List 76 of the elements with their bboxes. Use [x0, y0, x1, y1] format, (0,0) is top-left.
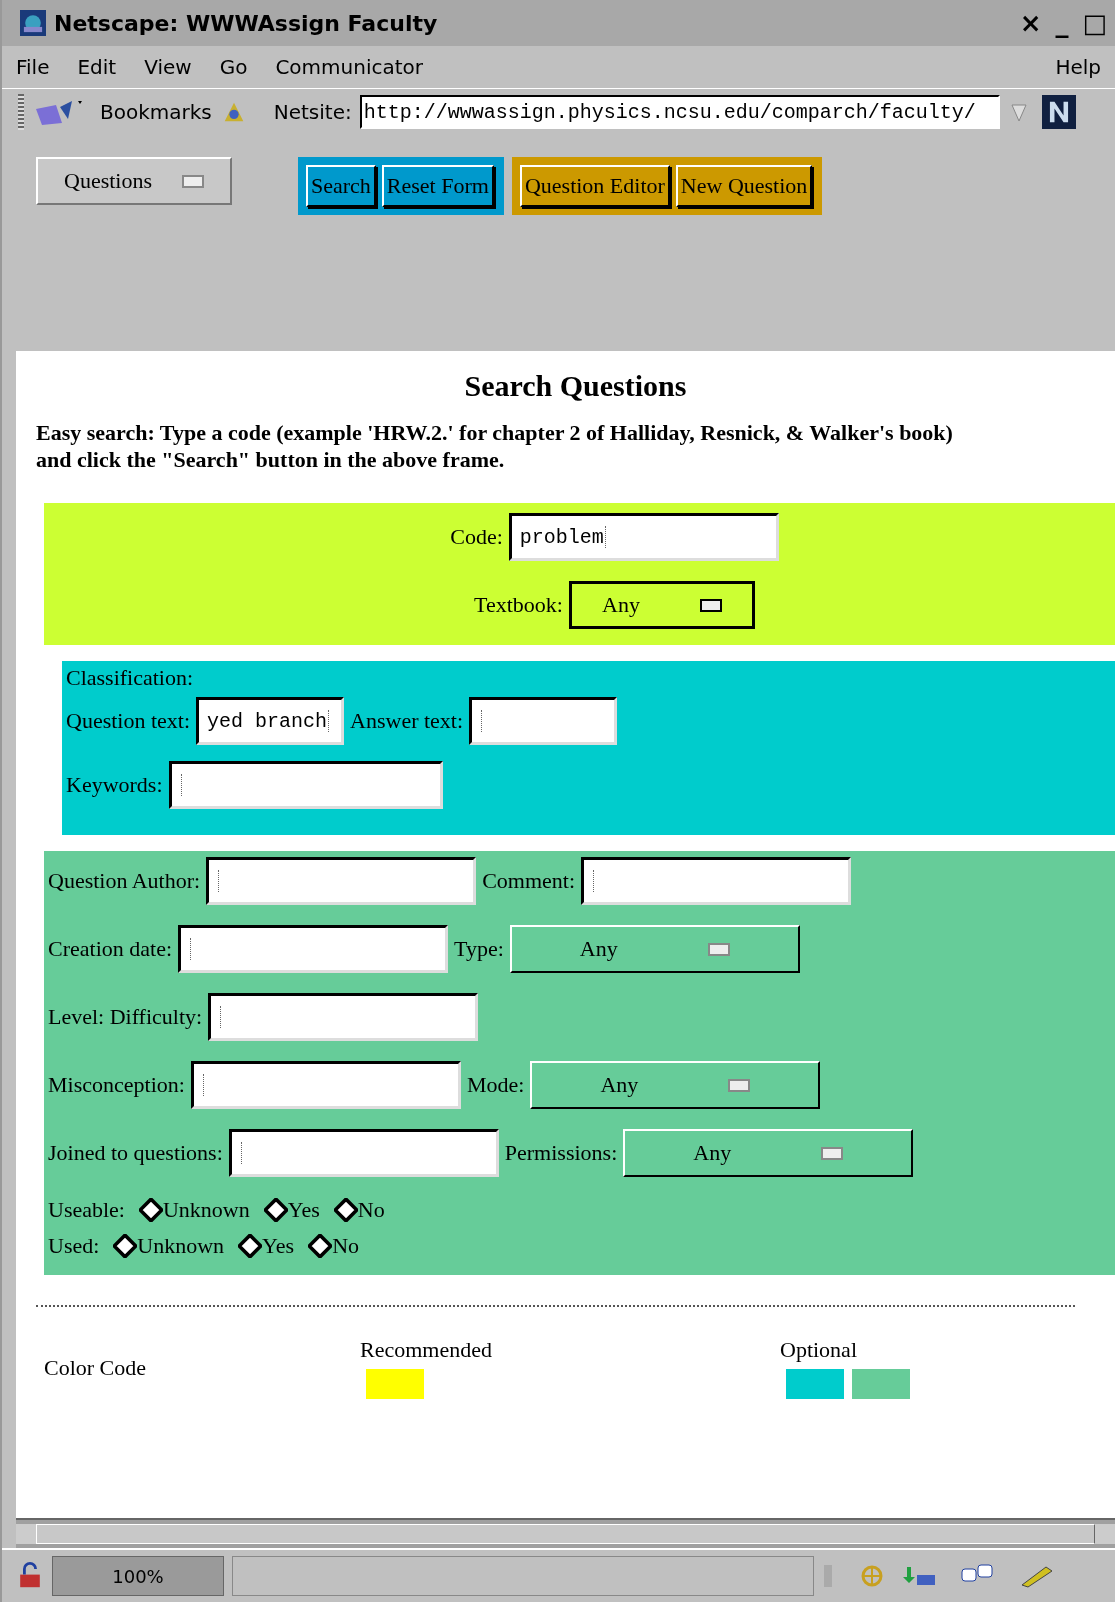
text-cursor-icon: [604, 526, 609, 548]
app-icon: [20, 10, 46, 36]
text-field[interactable]: [469, 697, 618, 745]
text-field[interactable]: [178, 925, 448, 973]
menu-item[interactable]: Edit: [77, 55, 117, 79]
radio-diamond-icon[interactable]: [308, 1234, 333, 1258]
section-title: Classification:: [66, 665, 195, 691]
text-cursor-icon: [240, 1142, 245, 1164]
legend-label: Optional: [780, 1337, 858, 1363]
field-label: Level: Difficulty:: [48, 1004, 203, 1030]
field-label: Question Author:: [48, 868, 201, 894]
menu-item[interactable]: File: [16, 55, 50, 79]
field-label: Permissions:: [504, 1140, 618, 1166]
radio-diamond-icon[interactable]: [263, 1198, 288, 1222]
radio-option[interactable]: Yes: [238, 1233, 295, 1259]
radio-option[interactable]: Unknown: [138, 1197, 250, 1223]
field-label: Mode:: [466, 1072, 525, 1098]
url-field[interactable]: http://wwwassign.physics.ncsu.edu/comparch/faculty/: [359, 95, 1000, 129]
field-label: Type:: [454, 936, 504, 962]
select-dropdown[interactable]: Any: [568, 581, 755, 629]
select-dropdown[interactable]: Any: [623, 1129, 914, 1177]
color-code-title: Color Code: [44, 1355, 148, 1381]
field-label: Used:: [48, 1233, 100, 1259]
text-field[interactable]: [190, 1061, 461, 1109]
nav-button[interactable]: Reset Form: [381, 165, 494, 207]
text-cursor-icon: [202, 1074, 207, 1096]
text-field[interactable]: [168, 761, 443, 809]
location-label: Netsite:: [273, 100, 352, 124]
select-dropdown[interactable]: Any: [530, 1061, 821, 1109]
window-control[interactable]: _: [1055, 8, 1069, 38]
text-field[interactable]: [208, 993, 479, 1041]
text-cursor-icon: [180, 774, 185, 796]
menu-item[interactable]: Go: [219, 55, 248, 79]
progress-status: 100%: [52, 1556, 224, 1596]
window-title: Netscape: WWWAssign Faculty: [54, 10, 439, 36]
radio-diamond-icon[interactable]: [238, 1234, 263, 1258]
page-heading: Search Questions: [463, 369, 688, 403]
field-label: Code:: [450, 524, 503, 550]
field-label: Answer text:: [350, 708, 464, 734]
legend-label: Recommended: [360, 1337, 493, 1363]
questions-dropdown[interactable]: Questions: [36, 157, 232, 205]
field-label: Comment:: [482, 868, 576, 894]
window-control[interactable]: □: [1082, 8, 1107, 38]
bookmarks-button[interactable]: Bookmarks: [100, 100, 212, 124]
radio-option[interactable]: Unknown: [113, 1233, 225, 1259]
menu-item[interactable]: Help: [1055, 55, 1101, 79]
text-cursor-icon: [190, 938, 194, 960]
field-label: Joined to questions:: [48, 1140, 223, 1166]
select-dropdown[interactable]: Any: [509, 925, 800, 973]
intro-text: Easy search: Type a code (example 'HRW.2.' for chapter 2 of Halliday, Resnick, & Walker's book) and click the "Search" button in the above frame.: [36, 419, 954, 473]
nav-button[interactable]: New Question: [675, 165, 813, 207]
nav-button[interactable]: Search: [306, 165, 376, 207]
text-field[interactable]: problem: [508, 513, 779, 561]
field-label: Creation date:: [48, 936, 172, 962]
field-label: Textbook:: [474, 592, 563, 618]
field-label: Question text:: [66, 708, 191, 734]
n-logo-icon[interactable]: [1041, 95, 1076, 129]
radio-diamond-icon[interactable]: [113, 1234, 138, 1258]
text-field[interactable]: [228, 1129, 499, 1177]
toolbar-grip[interactable]: [18, 94, 24, 130]
radio-option[interactable]: No: [333, 1197, 385, 1223]
text-field[interactable]: [206, 857, 477, 905]
field-label: Misconception:: [48, 1072, 185, 1098]
radio-diamond-icon[interactable]: [333, 1198, 358, 1222]
menu-item[interactable]: Communicator: [275, 55, 424, 79]
field-label: Useable:: [48, 1197, 125, 1223]
nav-button[interactable]: Question Editor: [519, 165, 670, 207]
horizontal-scrollbar[interactable]: [16, 1518, 1115, 1548]
menu-item[interactable]: View: [144, 55, 192, 79]
text-field[interactable]: yed branch: [196, 697, 345, 745]
text-field[interactable]: [581, 857, 852, 905]
window-control[interactable]: ×: [1019, 8, 1042, 38]
radio-diamond-icon[interactable]: [138, 1198, 163, 1222]
radio-option[interactable]: No: [308, 1233, 359, 1259]
field-label: Keywords:: [66, 772, 163, 798]
radio-option[interactable]: Yes: [263, 1197, 320, 1223]
